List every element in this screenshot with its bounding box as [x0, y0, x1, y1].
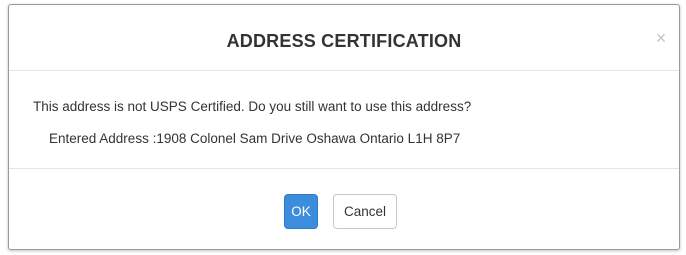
cancel-button[interactable]: Cancel	[333, 194, 397, 229]
address-certification-dialog: ADDRESS CERTIFICATION × This address is …	[8, 4, 680, 250]
entered-address: Entered Address :1908 Colonel Sam Drive …	[49, 131, 461, 146]
dialog-footer: OK Cancel	[9, 169, 679, 249]
dialog-body: This address is not USPS Certified. Do y…	[9, 71, 679, 169]
dialog-title: ADDRESS CERTIFICATION	[226, 31, 462, 51]
certification-message: This address is not USPS Certified. Do y…	[33, 99, 472, 114]
close-icon[interactable]: ×	[653, 29, 669, 47]
dialog-header: ADDRESS CERTIFICATION ×	[9, 5, 679, 71]
ok-button[interactable]: OK	[284, 194, 318, 229]
